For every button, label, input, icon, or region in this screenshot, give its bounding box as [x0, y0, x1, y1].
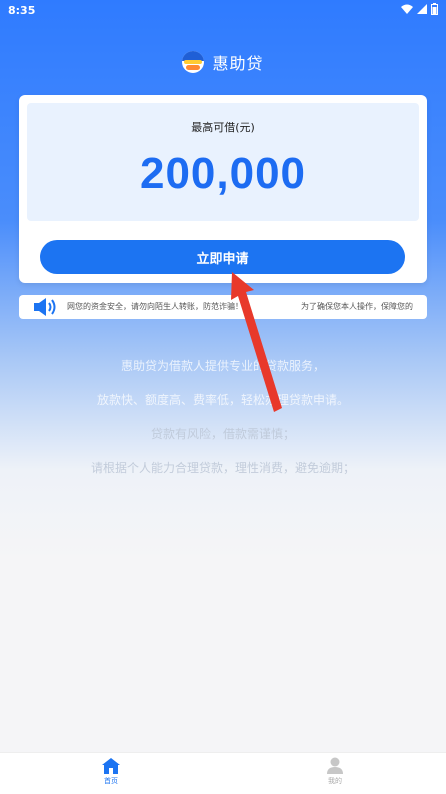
app-title: 惠助贷 — [212, 54, 264, 73]
speaker-icon — [33, 297, 59, 317]
info-block: 惠助贷为借款人提供专业的贷款服务， 放款快、额度高、费率低，轻松办理贷款申请。 … — [0, 352, 446, 488]
battery-icon — [431, 3, 438, 18]
notice-text-secondary: 为了确保您本人操作，保障您的 — [301, 302, 413, 311]
wifi-icon — [401, 4, 413, 17]
status-icons — [401, 3, 438, 18]
bottom-nav: 首页 我的 — [0, 752, 446, 794]
info-line: 惠助贷为借款人提供专业的贷款服务， — [120, 359, 325, 373]
status-bar: 8:35 — [0, 0, 446, 22]
nav-label-home: 首页 — [104, 777, 118, 785]
apply-now-button[interactable]: 立即申请 — [40, 240, 405, 274]
info-line: 贷款有风险，借款需谨慎； — [150, 427, 295, 441]
app-header: 惠助贷 — [0, 48, 446, 76]
info-line: 放款快、额度高、费率低，轻松办理贷款申请。 — [96, 393, 349, 407]
nav-item-mine[interactable]: 我的 — [305, 757, 365, 786]
status-time: 8:35 — [8, 4, 36, 17]
nav-item-home[interactable]: 首页 — [81, 757, 141, 786]
limit-amount: 200,000 — [139, 149, 307, 198]
notice-text: 网您的资金安全，请勿向陌生人转账，防范诈骗！ — [67, 302, 243, 311]
loan-card: 最高可借(元) 200,000 立即申请 — [19, 95, 427, 283]
limit-panel: 最高可借(元) 200,000 — [27, 103, 419, 221]
user-icon — [325, 757, 345, 775]
signal-icon — [417, 4, 427, 17]
nav-label-mine: 我的 — [328, 777, 342, 785]
home-icon — [101, 757, 121, 775]
info-line: 请根据个人能力合理贷款，理性消费，避免逾期； — [90, 461, 355, 475]
notice-bar: 网您的资金安全，请勿向陌生人转账，防范诈骗！ 为了确保您本人操作，保障您的 — [19, 295, 427, 319]
app-logo — [182, 51, 205, 73]
limit-label: 最高可借(元) — [191, 121, 255, 134]
